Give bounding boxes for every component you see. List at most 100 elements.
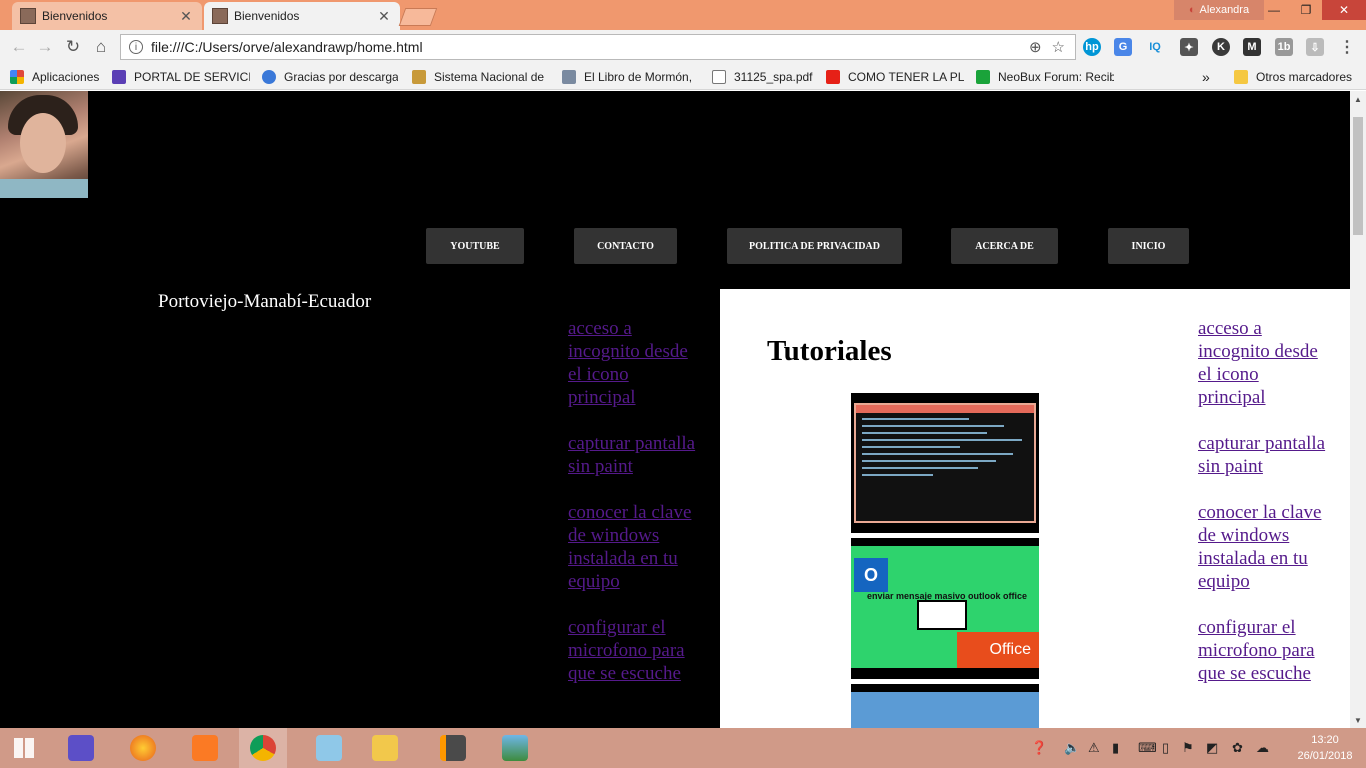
- puzzle-icon[interactable]: ✦: [1180, 38, 1198, 56]
- link-clave-windows[interactable]: conocer la clave de windows instalada en…: [568, 501, 698, 593]
- tutorial-thumbnail-3[interactable]: [851, 684, 1039, 728]
- close-window-button[interactable]: ✕: [1322, 0, 1366, 20]
- firefox-icon[interactable]: [119, 728, 167, 768]
- notepad-icon[interactable]: [305, 728, 353, 768]
- link-capturar-pantalla[interactable]: capturar pantalla sin paint: [568, 432, 698, 478]
- windows-taskbar: ❓ 🔈 ⚠ ▮ ⌨ ▯ ⚑ ◩ ✿ ☁ 13:20 26/01/2018: [0, 728, 1366, 768]
- forward-arrow-icon[interactable]: →: [34, 36, 56, 58]
- bookmark-pdf[interactable]: 31125_spa.pdf: [712, 68, 816, 86]
- antivirus-icon[interactable]: ◩: [1206, 740, 1218, 756]
- pdf-icon[interactable]: ⇩: [1306, 38, 1324, 56]
- document-icon: [712, 70, 726, 84]
- explorer-folder-icon[interactable]: [361, 728, 409, 768]
- tutorial-thumbnail-terminal[interactable]: [851, 393, 1039, 533]
- signal-icon[interactable]: ▮: [1112, 740, 1119, 756]
- bookmarks-bar: Aplicaciones PORTAL DE SERVICIO Gracias …: [0, 64, 1366, 90]
- browser-toolbar: ← → ↻ ⌂ i file:///C:/Users/orve/alexandr…: [0, 30, 1366, 64]
- minimize-button[interactable]: —: [1258, 0, 1290, 20]
- outlook-icon: O: [854, 558, 888, 592]
- settings-icon[interactable]: [57, 728, 105, 768]
- bookmark-label: COMO TENER LA PLA: [848, 70, 964, 84]
- help-icon[interactable]: ❓: [1031, 740, 1047, 756]
- profile-button[interactable]: ◐ Alexandra: [1174, 0, 1264, 20]
- tab-close-icon[interactable]: ✕: [178, 8, 194, 25]
- link-capturar-pantalla[interactable]: capturar pantalla sin paint: [1198, 432, 1330, 478]
- bookmark-star-icon[interactable]: ☆: [1052, 38, 1065, 56]
- browser-tab-1[interactable]: Bienvenidos ✕: [12, 2, 202, 30]
- translate-icon[interactable]: G: [1114, 38, 1132, 56]
- tab-favicon: [212, 8, 228, 24]
- tutorial-thumbnail-outlook[interactable]: O enviar mensaje masivo outlook office O…: [851, 538, 1039, 679]
- portal-icon: [112, 70, 126, 84]
- iq-icon[interactable]: IQ: [1146, 38, 1164, 56]
- profile-photo: [0, 91, 88, 198]
- network-warning-icon[interactable]: ⚠: [1088, 740, 1100, 756]
- tab-title: Bienvenidos: [234, 9, 300, 23]
- link-configurar-microfono[interactable]: configurar el microfono para que se escu…: [1198, 616, 1330, 685]
- scroll-thumb[interactable]: [1353, 117, 1363, 235]
- envelope-icon: [917, 600, 967, 630]
- home-icon[interactable]: ⌂: [90, 36, 112, 58]
- pen-icon: [412, 70, 426, 84]
- bookmark-label: Aplicaciones: [32, 70, 100, 84]
- nav-contacto[interactable]: CONTACTO: [574, 228, 677, 264]
- new-tab-button[interactable]: [398, 8, 438, 26]
- apps-grid-icon: [10, 70, 24, 84]
- link-clave-windows[interactable]: conocer la clave de windows instalada en…: [1198, 501, 1330, 593]
- window-controls: — ❐ ✕: [1258, 0, 1366, 20]
- keyboard-icon[interactable]: ⌨: [1138, 740, 1157, 756]
- menu-icon[interactable]: ⋮: [1338, 38, 1356, 56]
- maximize-button[interactable]: ❐: [1290, 0, 1322, 20]
- nav-youtube[interactable]: YOUTUBE: [426, 228, 524, 264]
- bookmark-portal[interactable]: PORTAL DE SERVICIO: [112, 68, 250, 86]
- scroll-down-arrow-icon[interactable]: ▼: [1350, 712, 1366, 728]
- hp-icon[interactable]: hp: [1083, 38, 1101, 56]
- bookmark-sistema[interactable]: Sistema Nacional de: [412, 68, 550, 86]
- chrome-icon[interactable]: [239, 728, 287, 768]
- other-bookmarks-label: Otros marcadores: [1256, 70, 1353, 84]
- photos-icon[interactable]: [491, 728, 539, 768]
- k-icon[interactable]: K: [1212, 38, 1230, 56]
- nav-acerca-de[interactable]: ACERCA DE: [951, 228, 1058, 264]
- bookmark-aplicaciones[interactable]: Aplicaciones: [10, 68, 110, 86]
- link-acceso-incognito[interactable]: acceso a incognito desde el icono princi…: [1198, 317, 1330, 409]
- volume-icon[interactable]: 🔈: [1064, 740, 1080, 756]
- link-configurar-microfono[interactable]: configurar el microfono para que se escu…: [568, 616, 698, 685]
- bookmark-libro[interactable]: El Libro de Mormón,: [562, 68, 698, 86]
- other-bookmarks[interactable]: Otros marcadores: [1234, 68, 1358, 86]
- address-url[interactable]: file:///C:/Users/orve/alexandrawp/home.h…: [151, 39, 1029, 55]
- bookmark-gracias[interactable]: Gracias por descarga: [262, 68, 398, 86]
- back-arrow-icon[interactable]: ←: [8, 36, 30, 58]
- scroll-up-arrow-icon[interactable]: ▲: [1350, 91, 1366, 107]
- m-icon[interactable]: M: [1243, 38, 1261, 56]
- bookmark-como-tener[interactable]: COMO TENER LA PLA: [826, 68, 964, 86]
- updates-icon[interactable]: ✿: [1232, 740, 1243, 756]
- windows-start-icon[interactable]: [0, 728, 48, 768]
- sublime-icon[interactable]: [429, 728, 477, 768]
- location-text: Portoviejo-Manabí-Ecuador: [158, 291, 372, 312]
- bookmarks-overflow-chevron[interactable]: »: [1202, 68, 1216, 86]
- onedrive-icon[interactable]: ☁: [1256, 740, 1269, 756]
- nav-inicio[interactable]: INICIO: [1108, 228, 1189, 264]
- profile-icon: ◐: [1188, 4, 1196, 16]
- reload-icon[interactable]: ↻: [62, 36, 84, 58]
- bookmark-neobux[interactable]: NeoBux Forum: Recib: [976, 68, 1114, 86]
- info-icon[interactable]: i: [129, 40, 143, 54]
- browser-tab-2[interactable]: Bienvenidos ✕: [204, 2, 400, 30]
- sidebar-links-right: acceso a incognito desde el icono princi…: [1198, 317, 1330, 708]
- book-icon: [562, 70, 576, 84]
- zoom-icon[interactable]: ⊕: [1029, 38, 1042, 56]
- 1b-icon[interactable]: 1b: [1275, 38, 1293, 56]
- neobux-icon: [976, 70, 990, 84]
- bookmark-label: Sistema Nacional de: [434, 70, 545, 84]
- sidebar-links-left: acceso a incognito desde el icono princi…: [568, 317, 698, 708]
- address-bar[interactable]: i file:///C:/Users/orve/alexandrawp/home…: [120, 34, 1076, 60]
- nav-politica-privacidad[interactable]: POLITICA DE PRIVACIDAD: [727, 228, 902, 264]
- taskbar-clock[interactable]: 13:20 26/01/2018: [1290, 732, 1360, 764]
- xampp-icon[interactable]: [181, 728, 229, 768]
- battery-icon[interactable]: ▯: [1162, 740, 1169, 756]
- flag-icon[interactable]: ⚑: [1182, 740, 1194, 756]
- link-acceso-incognito[interactable]: acceso a incognito desde el icono princi…: [568, 317, 698, 409]
- tab-close-icon[interactable]: ✕: [376, 8, 392, 25]
- page-scrollbar[interactable]: ▲ ▼: [1350, 91, 1366, 728]
